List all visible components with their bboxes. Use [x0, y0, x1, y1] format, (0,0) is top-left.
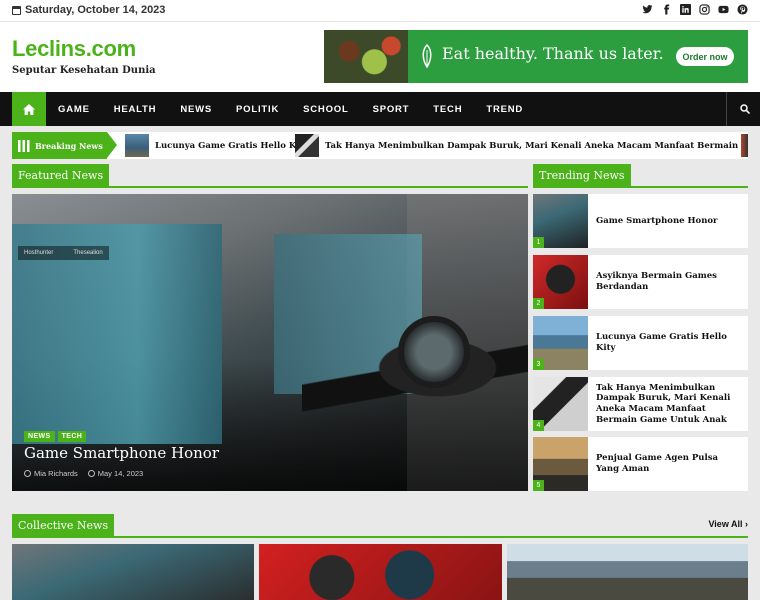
- nav-item-news[interactable]: NEWS: [180, 104, 212, 115]
- featured-tags: NEWS TECH: [24, 431, 87, 442]
- breaking-item[interactable]: Lucunya Game Gratis Hello Kity: [125, 134, 308, 157]
- breaking-item-title: Lucunya Game Gratis Hello Kity: [155, 140, 309, 151]
- search-button[interactable]: [726, 92, 750, 126]
- trending-item[interactable]: 5 Penjual Game Agen Pulsa Yang Aman: [533, 437, 748, 491]
- hud-player-left: Hosthunter: [24, 250, 54, 256]
- trending-title: Tak Hanya Menimbulkan Dampak Buruk, Mari…: [596, 382, 731, 425]
- collective-card[interactable]: [259, 544, 502, 600]
- collective-card[interactable]: [507, 544, 748, 600]
- collective-card[interactable]: [12, 544, 254, 600]
- site-tagline: Seputar Kesehatan Dunia: [12, 65, 156, 76]
- collective-news-header: Collective News: [12, 514, 748, 538]
- youtube-icon[interactable]: [718, 4, 729, 15]
- main-nav: GAME HEALTH NEWS POLITIK SCHOOL SPORT TE…: [0, 92, 760, 126]
- nav-item-trend[interactable]: TREND: [486, 104, 523, 115]
- instagram-icon[interactable]: [699, 4, 710, 15]
- site-logo[interactable]: Leclins.com: [12, 36, 136, 62]
- trending-rank: 5: [533, 480, 544, 491]
- hud-player-right: Thesealion: [73, 250, 103, 256]
- ad-banner[interactable]: Eat healthy. Thank us later. Order now: [324, 30, 748, 83]
- order-now-button[interactable]: Order now: [676, 47, 734, 66]
- social-links: [642, 4, 748, 15]
- rifle-scope: [398, 316, 470, 388]
- featured-title[interactable]: Game Smartphone Honor: [24, 444, 219, 462]
- chevron-right-icon: ›: [745, 519, 748, 529]
- author-name: Mia Richards: [34, 469, 78, 478]
- breaking-thumbnail: [741, 134, 748, 157]
- home-button[interactable]: [12, 92, 46, 126]
- nav-item-politik[interactable]: POLITIK: [236, 104, 279, 115]
- view-all-link[interactable]: View All ›: [708, 519, 748, 529]
- trending-title: Penjual Game Agen Pulsa Yang Aman: [596, 453, 719, 474]
- breaking-news-label: Breaking News: [12, 132, 107, 159]
- breaking-thumbnail: [295, 134, 319, 157]
- home-icon: [23, 103, 35, 115]
- nav-item-health[interactable]: HEALTH: [114, 104, 157, 115]
- game-hud: Hosthunter Thesealion: [18, 246, 109, 260]
- featured-meta: Mia Richards May 14, 2023: [24, 469, 143, 478]
- top-bar: Saturday, October 14, 2023: [0, 0, 760, 22]
- post-date[interactable]: May 14, 2023: [87, 469, 144, 478]
- trending-title: Game Smartphone Honor: [596, 215, 718, 226]
- trending-rank: 3: [533, 359, 544, 370]
- trending-title: Lucunya Game Gratis Hello Kity: [596, 332, 727, 353]
- food-image: [324, 30, 408, 83]
- breaking-thumbnail: [125, 134, 149, 157]
- breaking-item[interactable]: Tak Hanya Menimbulkan Dampak Buruk, Mari…: [295, 134, 748, 157]
- featured-news-header: Featured News: [12, 164, 528, 188]
- trending-rank: 2: [533, 298, 544, 309]
- site-header: Leclins.com Seputar Kesehatan Dunia Eat …: [0, 22, 760, 92]
- linkedin-icon[interactable]: [680, 4, 691, 15]
- trending-news-header: Trending News: [533, 164, 748, 188]
- view-all-text: View All: [708, 519, 743, 529]
- leaf-icon: [422, 44, 432, 68]
- trending-item[interactable]: 2 Asyiknya Bermain Games Berdandan: [533, 255, 748, 309]
- breaking-news-ticker: Breaking News Lucunya Game Gratis Hello …: [12, 132, 748, 159]
- trending-item[interactable]: 1 Game Smartphone Honor: [533, 194, 748, 248]
- calendar-icon: [12, 5, 21, 15]
- author[interactable]: Mia Richards: [24, 469, 78, 478]
- trending-item[interactable]: 4 Tak Hanya Menimbulkan Dampak Buruk, Ma…: [533, 377, 748, 431]
- nav-menu: GAME HEALTH NEWS POLITIK SCHOOL SPORT TE…: [58, 92, 547, 126]
- nav-item-game[interactable]: GAME: [58, 104, 90, 115]
- breaking-item-title: Tak Hanya Menimbulkan Dampak Buruk, Mari…: [325, 140, 748, 151]
- clock-icon: [87, 470, 95, 477]
- current-date: Saturday, October 14, 2023: [12, 4, 165, 16]
- trending-rank: 1: [533, 237, 544, 248]
- nav-item-tech[interactable]: TECH: [433, 104, 462, 115]
- featured-news-title: Featured News: [12, 164, 110, 186]
- user-icon: [24, 470, 31, 477]
- tag-tech[interactable]: TECH: [57, 431, 87, 442]
- post-date-text: May 14, 2023: [97, 469, 144, 478]
- collective-news-title: Collective News: [12, 514, 115, 536]
- ad-text: Eat healthy. Thank us later.: [442, 44, 664, 63]
- trending-news-title: Trending News: [533, 164, 631, 186]
- date-text: Saturday, October 14, 2023: [25, 4, 166, 16]
- trending-title: Asyiknya Bermain Games Berdandan: [596, 271, 717, 292]
- tag-news[interactable]: NEWS: [24, 431, 55, 442]
- breaking-label-text: Breaking News: [35, 140, 103, 151]
- pinterest-icon[interactable]: [737, 4, 748, 15]
- nav-item-school[interactable]: SCHOOL: [303, 104, 348, 115]
- trending-item[interactable]: 3 Lucunya Game Gratis Hello Kity: [533, 316, 748, 370]
- bars-icon: [18, 139, 30, 152]
- search-icon: [740, 104, 750, 114]
- twitter-icon[interactable]: [642, 4, 653, 15]
- breaking-arrow: [107, 132, 117, 158]
- facebook-icon[interactable]: [661, 4, 672, 15]
- nav-item-sport[interactable]: SPORT: [373, 104, 410, 115]
- trending-rank: 4: [533, 420, 544, 431]
- featured-article[interactable]: Hosthunter Thesealion NEWS TECH Game Sma…: [12, 194, 528, 491]
